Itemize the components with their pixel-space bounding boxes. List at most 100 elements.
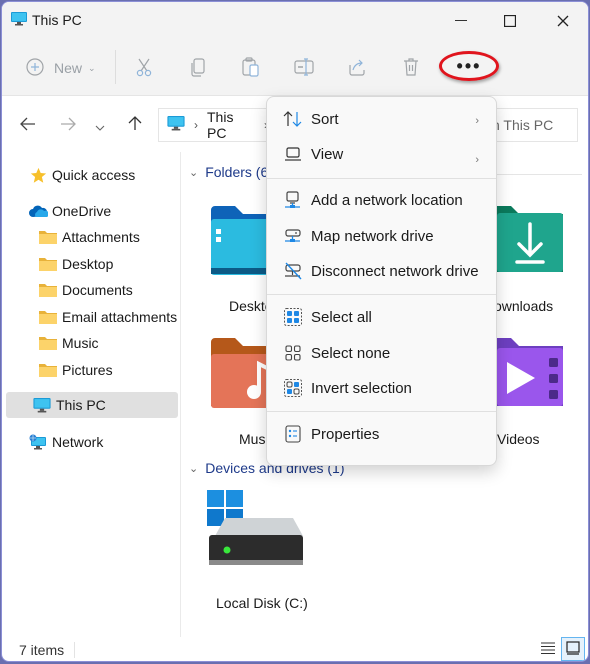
menu-item-view[interactable]: View › (271, 138, 493, 170)
sidebar-item-label: Music (62, 335, 99, 351)
see-more-menu: Sort › View › Add a network location Map… (266, 96, 497, 466)
menu-item-label: Disconnect network drive (311, 262, 479, 280)
sidebar-item-label: Attachments (62, 229, 140, 245)
folder-label-music[interactable]: Musi (239, 431, 269, 447)
window-title: This PC (32, 12, 82, 28)
cut-button[interactable] (134, 54, 154, 82)
properties-icon (275, 425, 311, 443)
drive-label-local-disk[interactable]: Local Disk (C:) (216, 595, 308, 611)
copy-button[interactable] (189, 54, 209, 82)
breadcrumb-this-pc[interactable]: This PC (207, 109, 255, 141)
folders-group-header[interactable]: ⌄ Folders (6) (189, 164, 273, 180)
desktop-folder-icon[interactable] (209, 202, 269, 283)
folder-icon (38, 257, 58, 271)
status-bar: 7 items (2, 637, 588, 661)
list-view-icon (541, 641, 555, 657)
downloads-folder-icon[interactable] (497, 202, 565, 281)
sidebar-item-label: Email attachments (62, 309, 178, 325)
videos-folder-icon[interactable] (497, 334, 565, 415)
folder-label-videos[interactable]: Videos (497, 431, 540, 447)
menu-item-label: Select all (311, 308, 372, 326)
menu-item-select-all[interactable]: Select all (271, 301, 493, 333)
chevron-down-icon: ⌄ (88, 62, 96, 73)
menu-item-label: Add a network location (311, 191, 463, 209)
file-explorer-window: This PC New ⌄ ••• › This PC h This PC Qu… (1, 1, 589, 662)
arrow-right-icon (60, 115, 76, 136)
chevron-down-icon: ⌄ (189, 462, 199, 475)
monitor-icon (167, 116, 185, 134)
trash-icon (401, 57, 421, 80)
navigation-pane: Quick access OneDrive Attachments Deskto… (2, 152, 180, 632)
monitor-icon (11, 12, 27, 31)
delete-button[interactable] (401, 54, 421, 82)
scissors-icon (134, 57, 154, 80)
address-bar[interactable]: › This PC › (158, 108, 268, 142)
sidebar-item-label: Desktop (62, 256, 114, 272)
chevron-down-icon: ⌄ (189, 166, 199, 179)
share-button[interactable] (347, 54, 367, 82)
menu-item-label: Properties (311, 425, 380, 443)
new-button[interactable]: New ⌄ (26, 54, 96, 82)
see-more-button[interactable]: ••• (439, 51, 499, 81)
menu-item-label: View (311, 145, 344, 163)
sidebar-item-quick-access[interactable]: Quick access (28, 162, 200, 188)
select-none-icon (275, 344, 311, 362)
star-icon (28, 167, 48, 184)
folder-icon (38, 363, 58, 377)
menu-item-invert-selection[interactable]: Invert selection (271, 372, 493, 404)
search-input[interactable]: h This PC (492, 108, 578, 142)
menu-item-map-network-drive[interactable]: Map network drive (271, 220, 493, 252)
minimize-button[interactable] (438, 6, 484, 36)
folder-icon (38, 230, 58, 244)
menu-item-disconnect-network-drive[interactable]: Disconnect network drive (271, 255, 493, 287)
tiles-view-icon (566, 640, 580, 658)
menu-item-label: Invert selection (311, 379, 412, 397)
sidebar-item-label: This PC (56, 397, 106, 413)
view-icon (275, 146, 311, 162)
sidebar-item-label: Pictures (62, 362, 113, 378)
back-button[interactable] (16, 114, 40, 136)
share-icon (347, 57, 367, 80)
breadcrumb-separator-icon: › (194, 118, 198, 132)
large-icons-view-button[interactable] (561, 637, 585, 661)
copy-icon (189, 57, 209, 80)
rename-icon (294, 57, 316, 80)
local-disk-drive-icon[interactable] (205, 488, 305, 573)
music-folder-icon[interactable] (209, 334, 269, 415)
up-button[interactable] (123, 114, 147, 136)
menu-item-add-network-location[interactable]: Add a network location (271, 184, 493, 216)
recent-locations-button[interactable] (88, 114, 112, 136)
menu-item-sort[interactable]: Sort › (271, 103, 493, 135)
menu-item-properties[interactable]: Properties (271, 418, 493, 450)
chevron-right-icon: › (475, 154, 479, 166)
rename-button[interactable] (294, 54, 316, 82)
arrow-up-icon (128, 115, 142, 136)
sidebar-item-label: OneDrive (52, 203, 112, 219)
onedrive-cloud-icon (28, 205, 48, 218)
arrow-left-icon (20, 115, 36, 136)
close-button[interactable] (540, 6, 586, 36)
menu-separator (267, 294, 496, 295)
map-network-drive-icon (275, 227, 311, 245)
sidebar-item-network[interactable]: Network (28, 429, 200, 455)
sort-icon (275, 111, 311, 127)
paste-button[interactable] (241, 54, 261, 82)
command-bar: New ⌄ ••• (2, 40, 588, 96)
details-view-button[interactable] (538, 639, 558, 659)
plus-circle-icon (26, 57, 44, 79)
forward-button[interactable] (56, 114, 80, 136)
folder-label-downloads[interactable]: ownloads (494, 298, 553, 314)
chevron-down-icon (95, 115, 105, 136)
group-divider (497, 174, 582, 175)
search-placeholder-text: h This PC (492, 117, 554, 133)
sidebar-item-label: Network (52, 434, 104, 450)
sidebar-item-this-pc[interactable]: This PC (6, 392, 178, 418)
group-header-label: Folders (6) (205, 164, 273, 180)
menu-item-select-none[interactable]: Select none (271, 337, 493, 369)
clipboard-icon (241, 56, 261, 80)
network-icon (28, 434, 48, 450)
add-network-location-icon (275, 191, 311, 209)
maximize-button[interactable] (487, 6, 533, 36)
sidebar-item-onedrive[interactable]: OneDrive (28, 198, 200, 224)
sidebar-item-label: Quick access (52, 167, 136, 183)
